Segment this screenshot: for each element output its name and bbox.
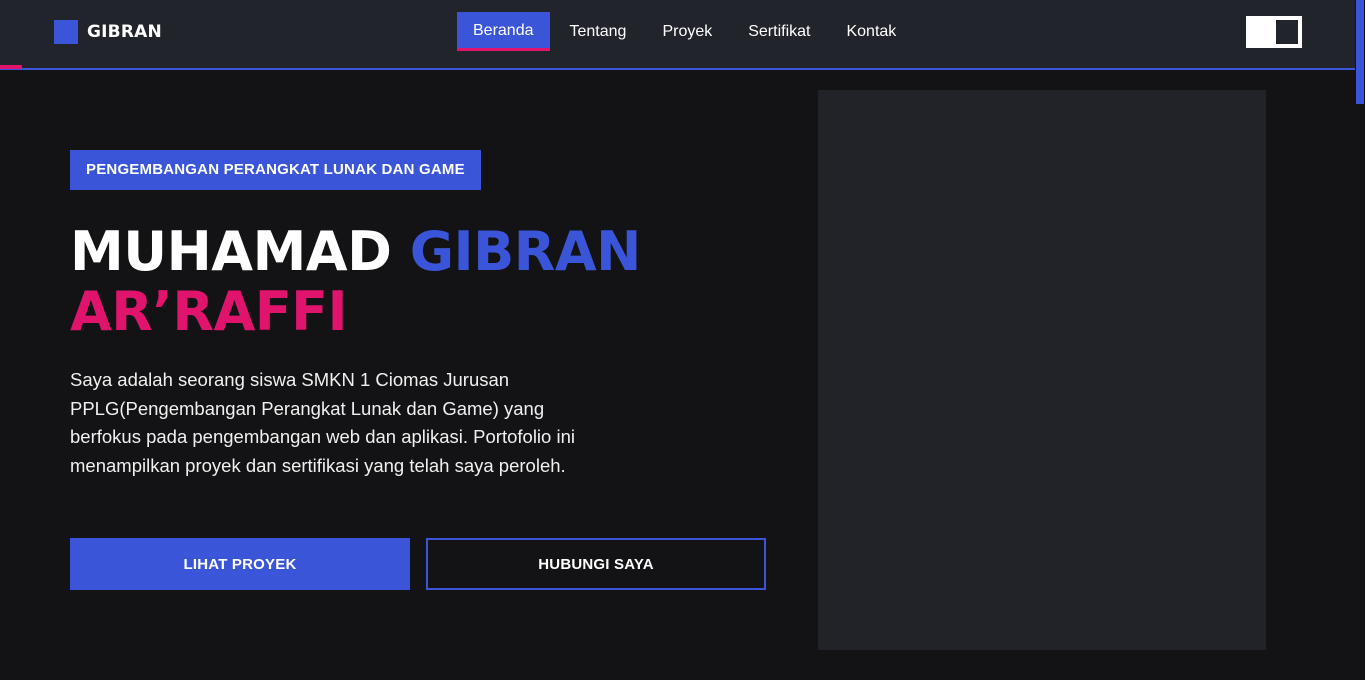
contact-me-button[interactable]: HUBUNGI SAYA: [426, 538, 766, 590]
nav-item-beranda[interactable]: Beranda: [457, 12, 550, 51]
nav-item-tentang[interactable]: Tentang: [554, 12, 643, 51]
square-logo-icon: [54, 20, 78, 44]
hero-tag: PENGEMBANGAN PERANGKAT LUNAK DAN GAME: [70, 150, 481, 190]
hero-title-highlight: GIBRAN: [409, 220, 642, 283]
hero-description: Saya adalah seorang siswa SMKN 1 Ciomas …: [70, 369, 575, 476]
scrollbar-thumb[interactable]: [1356, 0, 1364, 104]
nav-item-proyek[interactable]: Proyek: [646, 12, 728, 51]
view-projects-button[interactable]: LIHAT PROYEK: [70, 538, 410, 590]
hero-image-placeholder: [818, 90, 1266, 650]
hero-title-first: MUHAMAD: [70, 220, 410, 283]
theme-toggle-switch[interactable]: [1246, 16, 1302, 48]
theme-toggle-knob: [1276, 20, 1298, 44]
logo-text: GIBRAN: [87, 22, 162, 42]
nav-item-kontak[interactable]: Kontak: [830, 12, 912, 51]
site-header: GIBRAN Beranda Tentang Proyek Sertifikat…: [0, 0, 1355, 70]
logo[interactable]: GIBRAN: [54, 20, 162, 44]
main-nav: Beranda Tentang Proyek Sertifikat Kontak: [457, 12, 916, 51]
hero-title: MUHAMAD GIBRAN AR’RAFFI: [70, 222, 641, 342]
hero-title-last: AR’RAFFI: [70, 280, 348, 343]
scroll-progress-indicator: [0, 65, 22, 69]
nav-item-sertifikat[interactable]: Sertifikat: [732, 12, 826, 51]
